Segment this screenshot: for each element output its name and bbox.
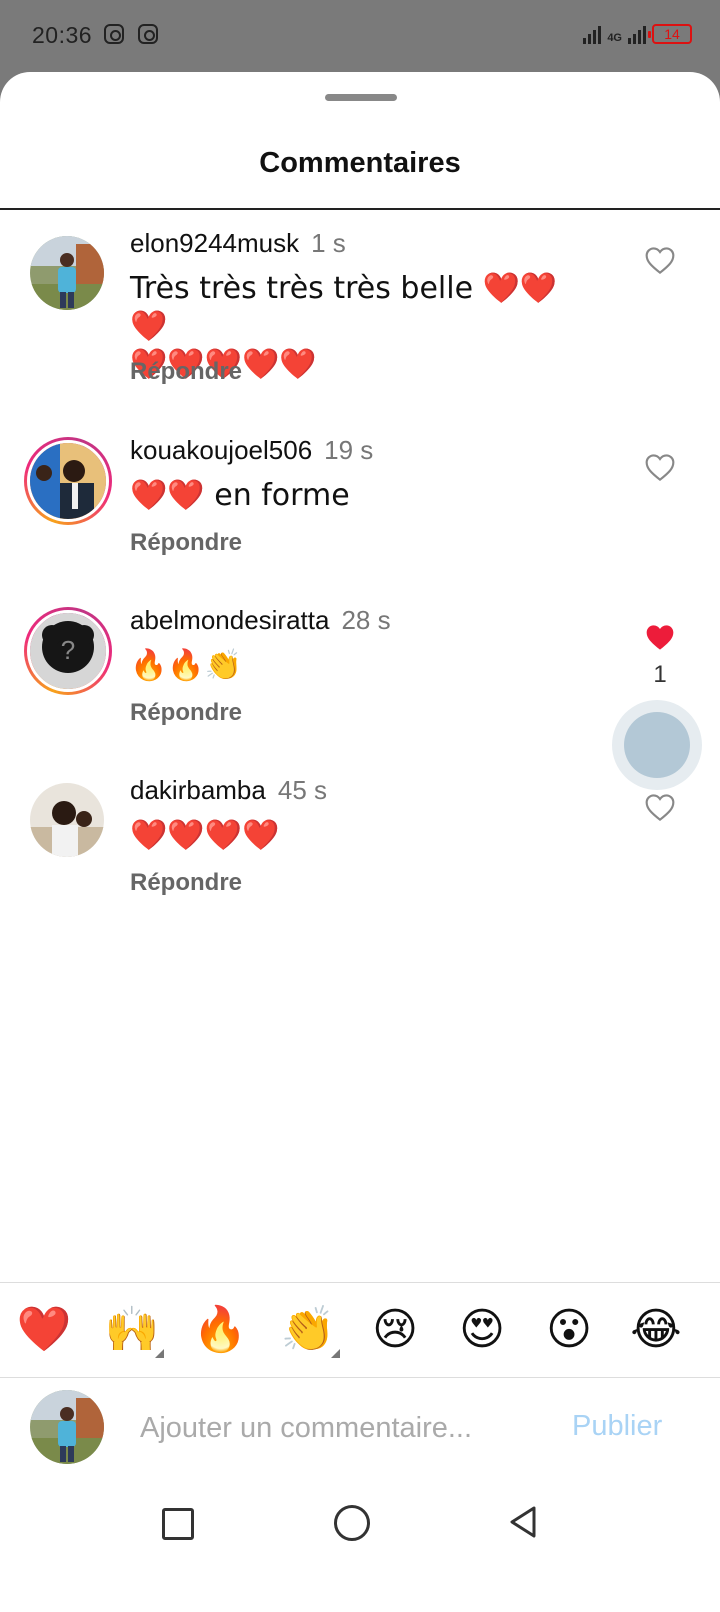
back-button[interactable] [508,1505,538,1539]
comment-username[interactable]: elon9244musk [130,228,299,258]
emoji-laughing-button[interactable]: 😂 [626,1300,686,1360]
comment-text: ❤️❤️❤️❤️ [130,818,280,853]
avatar-story-ring[interactable]: ? [24,607,112,695]
avatar-photo [30,1390,104,1464]
comment-time: 19 s [324,435,374,465]
like-count: 1 [653,661,667,688]
avatar-photo [30,443,106,519]
skin-tone-indicator [331,1349,340,1358]
comment-header: abelmondesiratta 28 s [130,605,391,636]
comment-header: kouakoujoel506 19 s [130,435,373,466]
reply-button[interactable]: Répondre [130,869,242,897]
comment-header: elon9244musk 1 s [130,228,346,259]
comment-header: dakirbamba 45 s [130,775,327,806]
drag-handle[interactable] [325,94,397,101]
sheet-title: Commentaires [259,147,461,179]
emoji-raising-hands-button[interactable]: 🙌 [102,1300,164,1360]
comment-text: 🔥🔥👏 [130,648,243,683]
emoji-clap-button[interactable]: 👏 [278,1300,340,1360]
reply-button[interactable]: Répondre [130,358,242,386]
comment-time: 1 s [311,228,346,258]
avatar[interactable] [30,236,104,310]
current-user-avatar [30,1390,104,1464]
comment-username[interactable]: dakirbamba [130,775,266,805]
floating-assistive-touch-button[interactable] [612,700,702,790]
svg-text:?: ? [61,635,75,665]
comment-username[interactable]: abelmondesiratta [130,605,329,635]
emoji-heart-button[interactable]: ❤️ [14,1300,74,1360]
home-button[interactable] [334,1505,370,1541]
heart-outline-icon[interactable] [644,792,676,822]
status-indicators: 4G 14 [583,20,692,44]
comment-time: 28 s [341,605,391,635]
battery-icon: 14 [648,24,692,44]
reply-button[interactable]: Répondre [130,529,242,557]
divider [0,1377,720,1378]
comment-username[interactable]: kouakoujoel506 [130,435,312,465]
avatar-story-ring[interactable] [24,437,112,525]
avatar-photo [30,783,104,857]
instagram-notification-icon [138,24,158,44]
signal-icon [583,20,602,44]
heart-filled-icon[interactable] [644,622,676,652]
avatar[interactable] [30,783,104,857]
emoji-fire-button[interactable]: 🔥 [190,1300,250,1360]
publish-button[interactable]: Publier [572,1410,662,1443]
heart-outline-icon[interactable] [644,452,676,482]
emoji-glyph: 🙌 [104,1304,160,1355]
instagram-notification-icon [104,24,124,44]
comment-text-line: Très très très très belle ❤️❤️❤️ [130,271,558,344]
divider [0,208,720,210]
emoji-quick-bar: ❤️ 🙌 🔥 👏 😢 😍 😮 😂 [0,1300,720,1360]
status-time: 20:36 [32,22,93,48]
emoji-glyph: 👏 [280,1304,336,1355]
avatar-photo: ? [30,613,106,689]
skin-tone-indicator [155,1349,164,1358]
battery-level: 14 [664,26,680,42]
emoji-crying-button[interactable]: 😢 [365,1300,425,1360]
signal-icon [628,20,646,44]
emoji-surprised-button[interactable]: 😮 [539,1300,599,1360]
avatar-photo [30,236,104,310]
comment-time: 45 s [277,775,328,805]
network-type: 4G [607,32,622,44]
divider [0,1282,720,1283]
heart-outline-icon[interactable] [644,245,676,275]
status-bar: 20:36 4G 14 [0,0,720,72]
comment-input[interactable] [140,1406,540,1450]
emoji-heart-eyes-button[interactable]: 😍 [452,1300,512,1360]
reply-button[interactable]: Répondre [130,699,242,727]
recent-apps-button[interactable] [162,1508,194,1540]
comment-text: ❤️❤️ en forme [130,478,350,513]
